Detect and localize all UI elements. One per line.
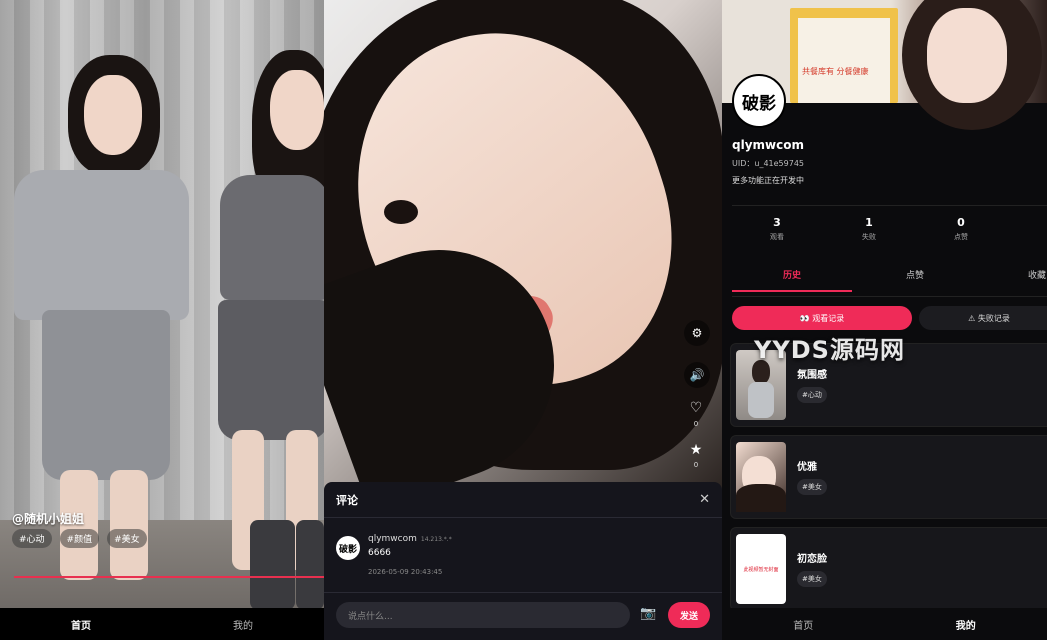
stat-liked[interactable]: 0 点赞 <box>916 216 1006 242</box>
video-author[interactable]: @随机小姐姐 <box>12 510 84 527</box>
heart-icon: ♡ <box>689 400 703 416</box>
video-thumbnail <box>736 442 786 512</box>
nav-mine[interactable]: 我的 <box>162 617 324 632</box>
divider <box>324 592 722 593</box>
stat-label: 观看 <box>770 233 784 241</box>
tab-liked[interactable]: 点赞 <box>860 268 970 281</box>
like-count: 0 <box>693 420 699 428</box>
speaker-icon: 🔊 <box>689 368 705 382</box>
video-title: 初恋脸 <box>797 554 827 565</box>
profile-stats: 3 观看 1 失败 0 点赞 <box>732 216 1047 248</box>
comment-sheet: 评论 ✕ 破影 qlymwcom 14.213.*.* 6666 2026-05-… <box>324 482 722 640</box>
comment-user: qlymwcom 14.213.*.* <box>368 534 452 544</box>
avatar[interactable]: 破影 <box>732 74 786 128</box>
video-tag[interactable]: #美女 <box>797 571 827 587</box>
comment-time: 2026-05-09 20:43:45 <box>368 568 443 576</box>
favorite-button[interactable]: ★ <box>686 442 706 458</box>
stat-value: 1 <box>865 216 873 229</box>
subject-eye <box>384 200 418 224</box>
comment-title: 评论 <box>336 493 358 507</box>
like-button[interactable]: ♡ <box>686 400 706 416</box>
stat-watched[interactable]: 3 观看 <box>732 216 822 242</box>
stat-label: 点赞 <box>954 233 968 241</box>
stat-value: 0 <box>957 216 965 229</box>
bottom-nav: 首页 我的 <box>722 608 1047 640</box>
gear-icon: ⚙ <box>691 326 703 340</box>
video-progress-bar[interactable] <box>14 576 324 578</box>
watermark: YYDS源码网 <box>754 336 905 364</box>
comment-text: 6666 <box>368 548 391 558</box>
poster-text: 共餐库有 分餐健康 <box>798 18 890 103</box>
history-video-card[interactable]: 优雅 #美女 <box>730 435 1047 519</box>
stat-value: 3 <box>773 216 781 229</box>
video-title: 氛围感 <box>797 370 827 381</box>
send-button[interactable]: 发送 <box>668 602 710 628</box>
history-records-button[interactable]: 👀 观看记录 <box>732 306 912 330</box>
thumbnail-text: 此视频暂无封面 <box>743 567 779 573</box>
video-thumbnail: 此视频暂无封面 <box>736 534 786 604</box>
history-video-card[interactable]: 此视频暂无封面 初恋脸 #美女 <box>730 527 1047 611</box>
tab-favorites[interactable]: 收藏 <box>982 268 1047 281</box>
banner-subject-face <box>927 8 1007 103</box>
feed-panel[interactable]: @随机小姐姐 #心动 #颜值 #美女 首页 我的 <box>0 0 324 640</box>
nav-mine[interactable]: 我的 <box>885 617 1047 632</box>
comment-username[interactable]: qlymwcom <box>368 534 417 544</box>
comment-input[interactable]: 说点什么... <box>336 602 630 628</box>
profile-note: 更多功能正在开发中 <box>732 176 804 185</box>
divider <box>732 205 1047 206</box>
sound-button[interactable]: 🔊 <box>684 362 710 388</box>
video-tag[interactable]: #心动 <box>12 529 52 548</box>
stat-failed[interactable]: 1 失败 <box>824 216 914 242</box>
tab-history[interactable]: 历史 <box>737 268 847 281</box>
divider <box>732 296 1047 297</box>
stat-label: 失败 <box>862 233 876 241</box>
comment-ip: 14.213.*.* <box>420 536 452 543</box>
video-title: 优雅 <box>797 462 817 473</box>
video-tag[interactable]: #心动 <box>797 387 827 403</box>
active-tab-indicator <box>732 290 852 292</box>
nav-home[interactable]: 首页 <box>722 617 885 632</box>
nav-home[interactable]: 首页 <box>0 617 162 632</box>
video-tag[interactable]: #美女 <box>797 479 827 495</box>
star-icon: ★ <box>689 442 703 458</box>
avatar[interactable]: 破影 <box>336 536 360 560</box>
comment-header: 评论 ✕ <box>324 482 722 518</box>
settings-button[interactable]: ⚙ <box>684 320 710 346</box>
bottom-nav: 首页 我的 <box>0 608 324 640</box>
video-tag[interactable]: #美女 <box>107 529 147 548</box>
camera-icon[interactable]: 📷 <box>640 606 656 621</box>
close-icon[interactable]: ✕ <box>699 492 710 507</box>
failed-records-button[interactable]: ⚠ 失败记录 <box>919 306 1047 330</box>
profile-panel: 共餐库有 分餐健康 破影 qlymwcom UID：u_41e59745 更多功… <box>722 0 1047 640</box>
video-tags: #心动 #颜值 #美女 <box>12 529 147 548</box>
banner-poster: 共餐库有 分餐健康 <box>790 8 898 103</box>
player-panel[interactable]: ⚙ 🔊 ♡ 0 ★ 0 评论 ✕ 破影 qlymwcom 14.213.*.* 6… <box>324 0 722 640</box>
favorite-count: 0 <box>693 461 699 469</box>
profile-username: qlymwcom <box>732 138 804 152</box>
video-tag[interactable]: #颜值 <box>59 529 100 548</box>
profile-uid: UID：u_41e59745 <box>732 159 804 168</box>
profile-tabs: 历史 点赞 收藏 <box>732 268 1047 292</box>
